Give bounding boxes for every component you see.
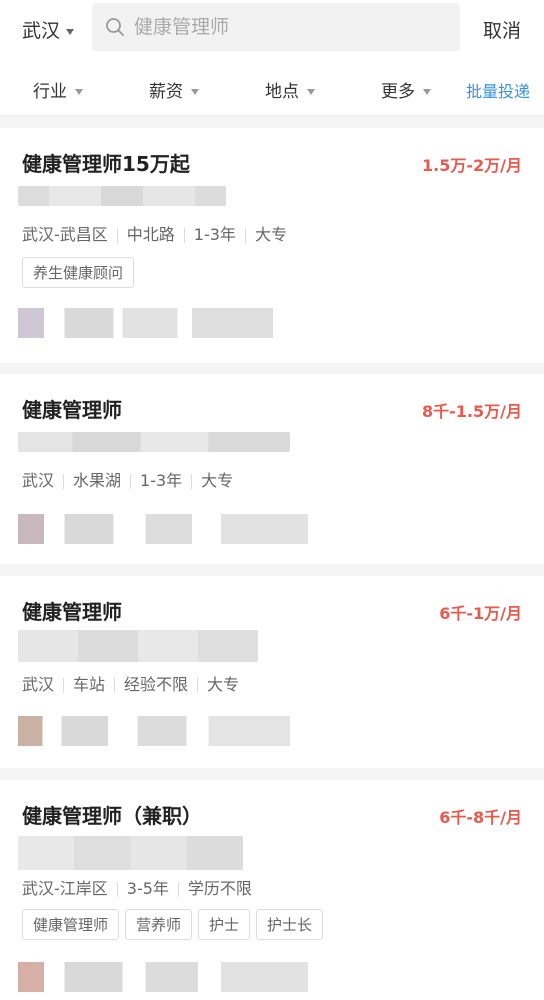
blurred-recruiter-info (18, 514, 308, 544)
job-salary: 6千-8千/月 (439, 808, 522, 827)
job-meta-item: 1-3年 (140, 471, 183, 490)
city-label: 武汉 (22, 20, 61, 42)
job-title: 健康管理师15万起 (22, 152, 190, 176)
job-tag: 护士长 (256, 909, 324, 940)
chevron-down-icon (66, 28, 75, 35)
job-meta: 武汉-武昌区 中北路 1-3年 大专 (22, 221, 287, 245)
job-tags: 健康管理师 营养师 护士 护士长 (22, 909, 329, 940)
meta-divider (130, 474, 132, 489)
meta-divider (191, 474, 193, 489)
meta-divider (116, 228, 118, 243)
job-card[interactable]: 健康管理师15万起 1.5万-2万/月 武汉-武昌区 中北路 1-3年 大专 养生健康… (0, 128, 544, 363)
caret-down-icon (423, 89, 431, 95)
job-meta: 武汉-江岸区 3-5年 学历不限 (22, 875, 252, 899)
filter-salary-label: 薪资 (149, 82, 183, 102)
job-meta-item: 1-3年 (193, 225, 236, 244)
job-tag: 养生健康顾问 (22, 257, 135, 288)
caret-down-icon (75, 89, 83, 95)
job-meta-item: 大专 (201, 471, 234, 490)
search-icon (106, 18, 124, 36)
job-tags: 养生健康顾问 (22, 257, 140, 288)
top-bar: 武汉 取消 (0, 0, 544, 56)
city-selector[interactable]: 武汉 (22, 16, 75, 43)
meta-divider (63, 678, 65, 693)
meta-divider (116, 882, 118, 897)
job-card[interactable]: 健康管理师 8千-1.5万/月 武汉 水果湖 1-3年 大专 (0, 374, 544, 564)
job-card[interactable]: 健康管理师 6千-1万/月 武汉 车站 经验不限 大专 (0, 576, 544, 768)
job-meta-item: 学历不限 (187, 879, 252, 898)
job-meta-item: 武汉-江岸区 (22, 879, 108, 898)
job-salary: 6千-1万/月 (439, 604, 522, 623)
job-tag: 健康管理师 (22, 909, 120, 940)
meta-divider (244, 228, 246, 243)
blurred-company-name (18, 186, 226, 206)
meta-divider (63, 474, 65, 489)
meta-divider (183, 228, 185, 243)
batch-apply-button[interactable]: 批量投递 (466, 78, 530, 102)
job-title: 健康管理师（兼职） (22, 804, 202, 828)
meta-divider (177, 882, 179, 897)
job-meta: 武汉 水果湖 1-3年 大专 (22, 467, 233, 491)
blurred-recruiter-info (18, 962, 308, 992)
job-title: 健康管理师 (22, 398, 122, 422)
job-meta-item: 武汉 (22, 675, 55, 694)
meta-divider (197, 678, 199, 693)
blurred-recruiter-info (18, 716, 290, 746)
job-title: 健康管理师 (22, 600, 122, 624)
job-meta: 武汉 车站 经验不限 大专 (22, 671, 239, 695)
filter-more[interactable]: 更多 (381, 77, 431, 102)
filter-industry-label: 行业 (33, 82, 67, 102)
job-meta-item: 大专 (254, 225, 287, 244)
job-meta-item: 车站 (73, 675, 106, 694)
filter-bar: 行业 薪资 地点 更多 批量投递 (0, 56, 544, 116)
job-tag: 营养师 (125, 909, 193, 940)
job-meta-item: 中北路 (126, 225, 175, 244)
job-meta-item: 经验不限 (124, 675, 189, 694)
filter-industry[interactable]: 行业 (33, 77, 83, 102)
meta-divider (114, 678, 116, 693)
job-meta-item: 水果湖 (73, 471, 122, 490)
search-input[interactable] (134, 3, 444, 51)
job-meta-item: 大专 (207, 675, 240, 694)
blurred-company-name (18, 432, 290, 452)
job-card[interactable]: 健康管理师（兼职） 6千-8千/月 武汉-江岸区 3-5年 学历不限 健康管理师 营养… (0, 780, 544, 1000)
caret-down-icon (191, 89, 199, 95)
cancel-button[interactable]: 取消 (483, 16, 521, 43)
job-meta-item: 武汉-武昌区 (22, 225, 108, 244)
filter-salary[interactable]: 薪资 (149, 77, 199, 102)
blurred-company-name (18, 836, 243, 870)
search-box[interactable] (92, 3, 460, 51)
filter-location[interactable]: 地点 (265, 77, 315, 102)
job-meta-item: 武汉 (22, 471, 55, 490)
blurred-company-name (18, 630, 258, 662)
filter-location-label: 地点 (265, 82, 299, 102)
job-tag: 护士 (198, 909, 251, 940)
filter-more-label: 更多 (381, 82, 415, 102)
caret-down-icon (307, 89, 315, 95)
job-salary: 1.5万-2万/月 (422, 156, 522, 175)
blurred-recruiter-info (18, 308, 308, 338)
job-meta-item: 3-5年 (126, 879, 169, 898)
job-salary: 8千-1.5万/月 (422, 402, 522, 421)
